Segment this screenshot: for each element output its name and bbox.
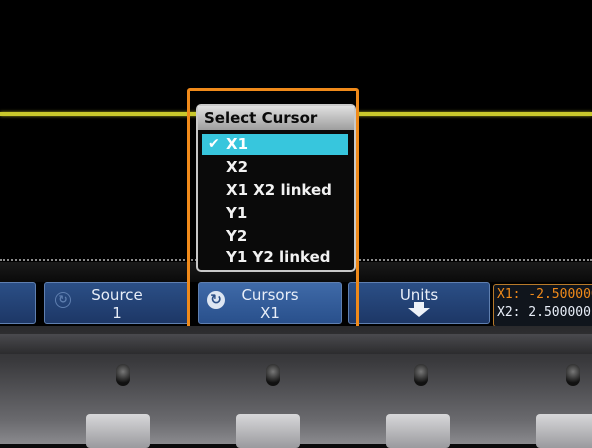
hardware-button[interactable] — [536, 414, 592, 448]
oscilloscope-photo: ↻ Source 1 ↻ Cursors X1 Units X1: -2.500… — [0, 0, 592, 448]
down-arrow-icon — [408, 302, 430, 317]
highlight-frame — [187, 88, 359, 340]
readout-x1: X1: -2.500000 — [497, 287, 592, 302]
readout-x2: X2: 2.500000u — [497, 305, 592, 320]
softkey-knob[interactable] — [116, 364, 130, 386]
hardware-button[interactable] — [386, 414, 450, 448]
softkey-units[interactable]: Units — [348, 282, 490, 324]
bezel-ridge — [0, 334, 592, 354]
cursor-readout: X1: -2.500000 X2: 2.500000u — [493, 284, 592, 327]
softkey-left-partial[interactable] — [0, 282, 36, 324]
hardware-button[interactable] — [86, 414, 150, 448]
rotate-icon: ↻ — [55, 292, 71, 308]
softkey-knob[interactable] — [266, 364, 280, 386]
softkey-source[interactable]: ↻ Source 1 — [44, 282, 190, 324]
softkey-knob[interactable] — [566, 364, 580, 386]
hardware-button[interactable] — [236, 414, 300, 448]
softkey-knob[interactable] — [414, 364, 428, 386]
